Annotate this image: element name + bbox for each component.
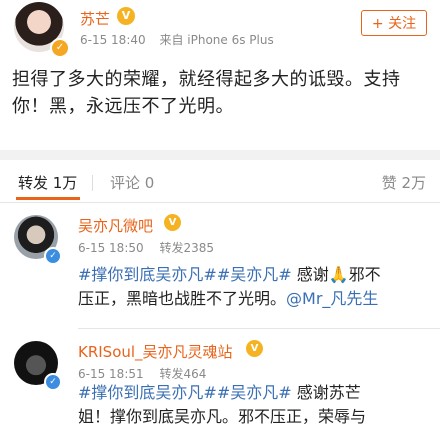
repost-time: 6-15 18:50: [78, 241, 144, 255]
vip-icon: V: [246, 340, 263, 357]
repost-meta: 6-15 18:51 转发464: [78, 365, 218, 382]
repost-meta: 6-15 18:50 转发2385: [78, 239, 226, 256]
vip-icon: V: [117, 7, 135, 25]
verified-badge-icon: ✓: [44, 247, 62, 265]
repost-item[interactable]: ✓ 吴亦凡微吧 V 6-15 18:50 转发2385 #撑你到底吴亦凡##吴亦…: [0, 205, 440, 323]
post-text-line-2: 你！黑，永远压不了光明。: [12, 96, 234, 117]
hashtag-link[interactable]: #吴亦凡#: [217, 265, 292, 284]
repost-count: 转发2385: [159, 241, 215, 255]
repost-text: #撑你到底吴亦凡##吴亦凡# 感谢🙏邪不 压正，黑暗也战胜不了光明。@Mr_凡先…: [78, 263, 430, 311]
hashtag-link[interactable]: #撑你到底吴亦凡#: [78, 265, 217, 284]
hashtag-link[interactable]: #撑你到底吴亦凡#: [78, 383, 217, 402]
tab-like[interactable]: 赞 2万: [382, 172, 426, 193]
repost-time: 6-15 18:51: [78, 367, 144, 381]
repost-text: #撑你到底吴亦凡##吴亦凡# 感谢苏芒 姐！撑你到底吴亦凡。邪不压正，荣辱与: [78, 381, 430, 429]
repost-text-segment: 感谢苏芒: [296, 383, 361, 402]
section-divider: [0, 150, 440, 160]
original-post: ✓ 苏芒 V 6-15 18:40 来自 iPhone 6s Plus + 关注…: [0, 0, 440, 160]
interaction-tabs: 转发 1万 评论 0 赞 2万: [0, 160, 440, 203]
author-name[interactable]: 苏芒: [80, 8, 110, 29]
verified-badge-icon: ✓: [44, 373, 62, 391]
tab-divider: [92, 175, 93, 191]
repost-count: 转发464: [159, 367, 207, 381]
post-text: 担得了多大的荣耀，就经得起多大的诋毁。支持 你！黑，永远压不了光明。: [12, 66, 428, 120]
post-source: 来自 iPhone 6s Plus: [159, 33, 274, 47]
repost-text-segment: 感谢🙏邪不: [296, 265, 381, 284]
repost-author-name[interactable]: KRISoul_吴亦凡灵魂站: [78, 341, 233, 362]
active-tab-indicator: [16, 197, 80, 200]
follow-button[interactable]: + 关注: [361, 10, 427, 36]
post-meta: 6-15 18:40 来自 iPhone 6s Plus: [80, 31, 284, 48]
verified-badge-icon: ✓: [50, 38, 70, 58]
repost-author-name[interactable]: 吴亦凡微吧: [78, 215, 153, 236]
mention-link[interactable]: @Mr_凡先生: [286, 289, 378, 308]
repost-text-segment: 压正，黑暗也战胜不了光明。: [78, 289, 287, 308]
tab-repost[interactable]: 转发 1万: [18, 172, 77, 193]
repost-item[interactable]: ✓ KRISoul_吴亦凡灵魂站 V 6-15 18:51 转发464 #撑你到…: [0, 333, 440, 431]
hashtag-link[interactable]: #吴亦凡#: [217, 383, 292, 402]
tab-comment[interactable]: 评论 0: [110, 172, 154, 193]
post-text-line-1: 担得了多大的荣耀，就经得起多大的诋毁。支持: [12, 69, 401, 90]
repost-separator: [78, 328, 440, 329]
post-time: 6-15 18:40: [80, 33, 146, 47]
vip-icon: V: [164, 214, 181, 231]
repost-text-segment: 姐！撑你到底吴亦凡。邪不压正，荣辱与: [78, 407, 367, 426]
